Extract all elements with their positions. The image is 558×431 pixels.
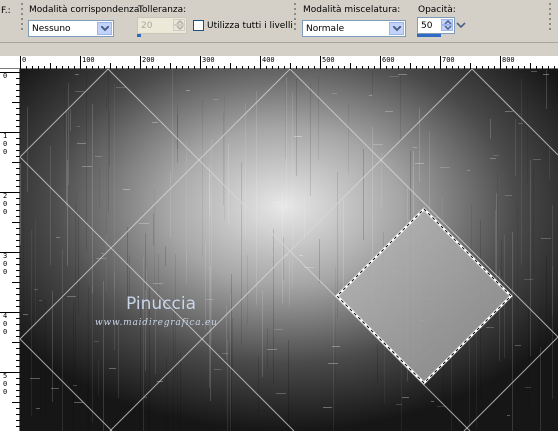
canvas-image: Pinuccia www.maidiregrafica.eu [20,69,558,431]
ruler-label: 2 0 0 [3,192,8,216]
image-canvas[interactable]: Pinuccia www.maidiregrafica.eu [20,69,558,431]
ruler-label: 300 [202,56,215,64]
ruler-label: 500 [322,56,335,64]
blend-mode-select[interactable]: Normale [302,20,406,37]
tolerance-value: 20 [141,21,153,31]
opacity-spinner[interactable]: 50 [417,17,455,34]
watermark-site: www.maidiregrafica.eu [95,318,218,328]
spin-down-icon[interactable] [441,25,453,31]
chevron-down-icon[interactable] [97,22,112,35]
opacity-dropdown[interactable] [455,17,467,34]
ruler-label: 3 0 0 [3,252,8,276]
ruler-label: 0 [22,56,27,64]
ruler-label: 400 [262,56,275,64]
toolbar-grip[interactable] [20,0,24,42]
ruler-label: 100 [82,56,95,64]
opacity-slider-indicator[interactable] [417,34,441,37]
blend-mode-label: Modalità miscelatura: [303,5,401,15]
tolerance-label: Tolleranza: [138,5,187,15]
tolerance-slider-indicator[interactable] [137,34,141,37]
match-mode-label: Modalità corrispondenza: [29,5,143,15]
ruler-label: 5 0 0 [3,372,8,396]
ruler-label: 600 [382,56,395,64]
chevron-down-icon[interactable] [389,22,404,35]
match-mode-value: Nessuno [32,24,71,34]
top-ruler: 0 100 200 300 400 500 600 700 800 [0,56,558,69]
ruler-label: 800 [502,56,515,64]
toolbar-grip[interactable] [548,0,552,42]
ruler-label: 0 [3,72,8,80]
ruler-label: 200 [142,56,155,64]
blend-mode-value: Normale [306,24,345,34]
ruler-label: 1 0 0 [3,132,8,156]
left-ruler: 0 1 0 0 2 0 0 3 0 0 4 0 0 5 0 0 [0,69,20,431]
spin-down-icon[interactable] [173,25,185,31]
tolerance-spinner[interactable]: 20 [137,17,187,34]
watermark-name: Pinuccia [126,294,196,314]
ruler-label: 4 0 0 [3,312,8,336]
match-mode-select[interactable]: Nessuno [28,20,114,37]
truncated-label: F.: [1,6,11,16]
opacity-value: 50 [421,21,433,31]
use-all-layers-label: Utilizza tutti i livelli [207,21,293,31]
ruler-label: 700 [442,56,455,64]
chevron-down-icon [456,22,466,28]
toolbar-grip[interactable] [293,0,297,42]
tool-options-toolbar: F.: Modalità corrispondenza: Nessuno Tol… [0,0,558,43]
opacity-label: Opacità: [418,5,456,15]
use-all-layers-checkbox[interactable] [193,20,204,31]
